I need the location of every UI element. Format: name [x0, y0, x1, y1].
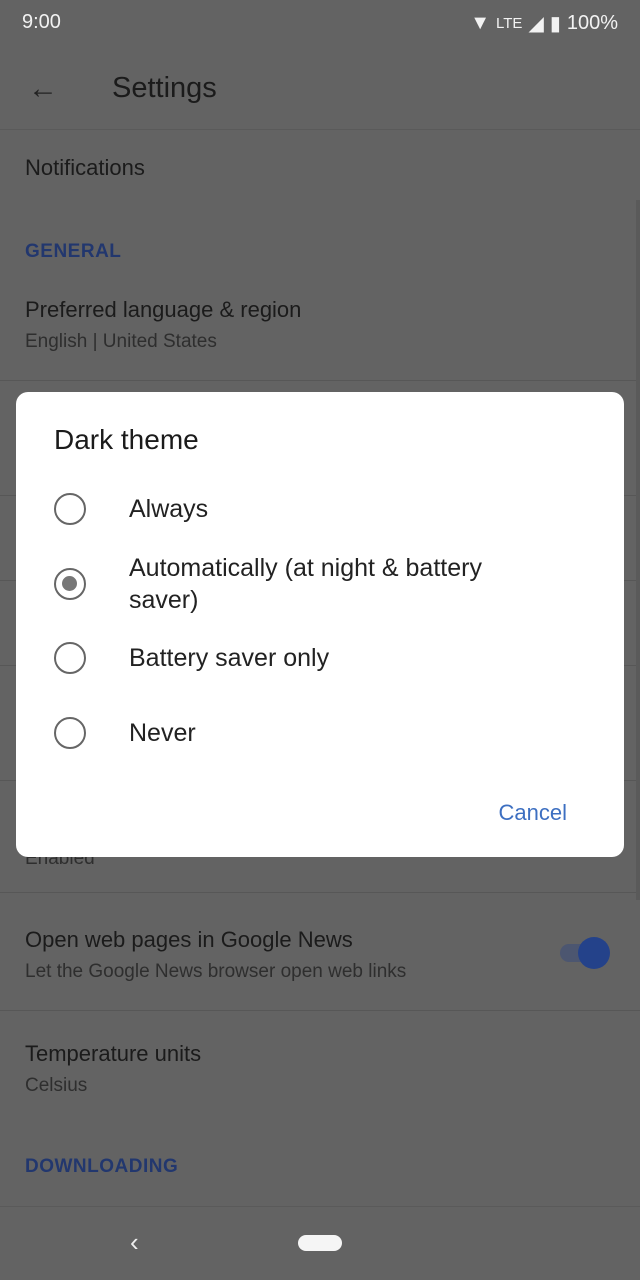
option-always[interactable]: Always	[54, 493, 549, 525]
battery-level: 100%	[566, 12, 618, 34]
home-pill[interactable]	[298, 1235, 342, 1251]
setting-value: English | United States	[25, 331, 217, 352]
setting-open-web-pages[interactable]: Open web pages in Google News Let the Go…	[25, 927, 406, 983]
option-label: Automatically (at night & battery saver)	[129, 554, 482, 614]
toggle-thumb	[578, 937, 610, 969]
setting-subtitle: Let the Google News browser open web lin…	[25, 961, 407, 982]
radio-button[interactable]	[54, 717, 86, 749]
option-label: Never	[129, 719, 196, 747]
radio-button-selected[interactable]	[54, 568, 86, 600]
wifi-icon: ▼	[470, 12, 491, 34]
section-general: GENERAL	[25, 241, 122, 262]
nav-back-icon[interactable]: ‹	[130, 1227, 139, 1258]
radio-button[interactable]	[54, 642, 86, 674]
divider	[0, 1010, 640, 1011]
page-title: Settings	[112, 72, 217, 104]
open-web-pages-toggle[interactable]	[560, 937, 610, 969]
setting-temperature[interactable]: Temperature units Celsius	[25, 1041, 201, 1097]
option-never[interactable]: Never	[54, 717, 549, 749]
setting-value: Celsius	[25, 1075, 88, 1096]
navigation-bar: ‹	[0, 1206, 640, 1280]
section-downloading: DOWNLOADING	[25, 1156, 179, 1177]
divider	[0, 380, 640, 381]
cancel-button[interactable]: Cancel	[499, 800, 567, 826]
radio-button[interactable]	[54, 493, 86, 525]
option-automatically[interactable]: Automatically (at night & battery saver)	[54, 552, 549, 616]
setting-notifications[interactable]: Notifications	[25, 155, 145, 181]
app-bar: ← Settings	[0, 44, 640, 130]
setting-language[interactable]: Preferred language & region English | Un…	[25, 297, 301, 353]
setting-title: Preferred language & region	[25, 297, 302, 322]
dark-theme-dialog: Dark theme Always Automatically (at nigh…	[16, 392, 624, 857]
option-battery-saver[interactable]: Battery saver only	[54, 642, 549, 674]
clock: 9:00	[22, 11, 61, 33]
battery-icon: ▮	[549, 13, 561, 35]
scrollbar[interactable]	[636, 200, 640, 900]
divider	[0, 892, 640, 893]
network-type: LTE	[496, 15, 523, 32]
status-bar: 9:00 ▼ LTE ◢ ▮ 100%	[0, 0, 640, 44]
signal-icon: ◢	[528, 13, 544, 35]
back-arrow-icon[interactable]: ←	[28, 72, 58, 106]
option-label: Always	[129, 495, 209, 523]
setting-title: Temperature units	[25, 1041, 202, 1066]
option-label: Battery saver only	[129, 644, 330, 672]
setting-title: Open web pages in Google News	[25, 927, 353, 952]
dialog-title: Dark theme	[54, 424, 199, 455]
